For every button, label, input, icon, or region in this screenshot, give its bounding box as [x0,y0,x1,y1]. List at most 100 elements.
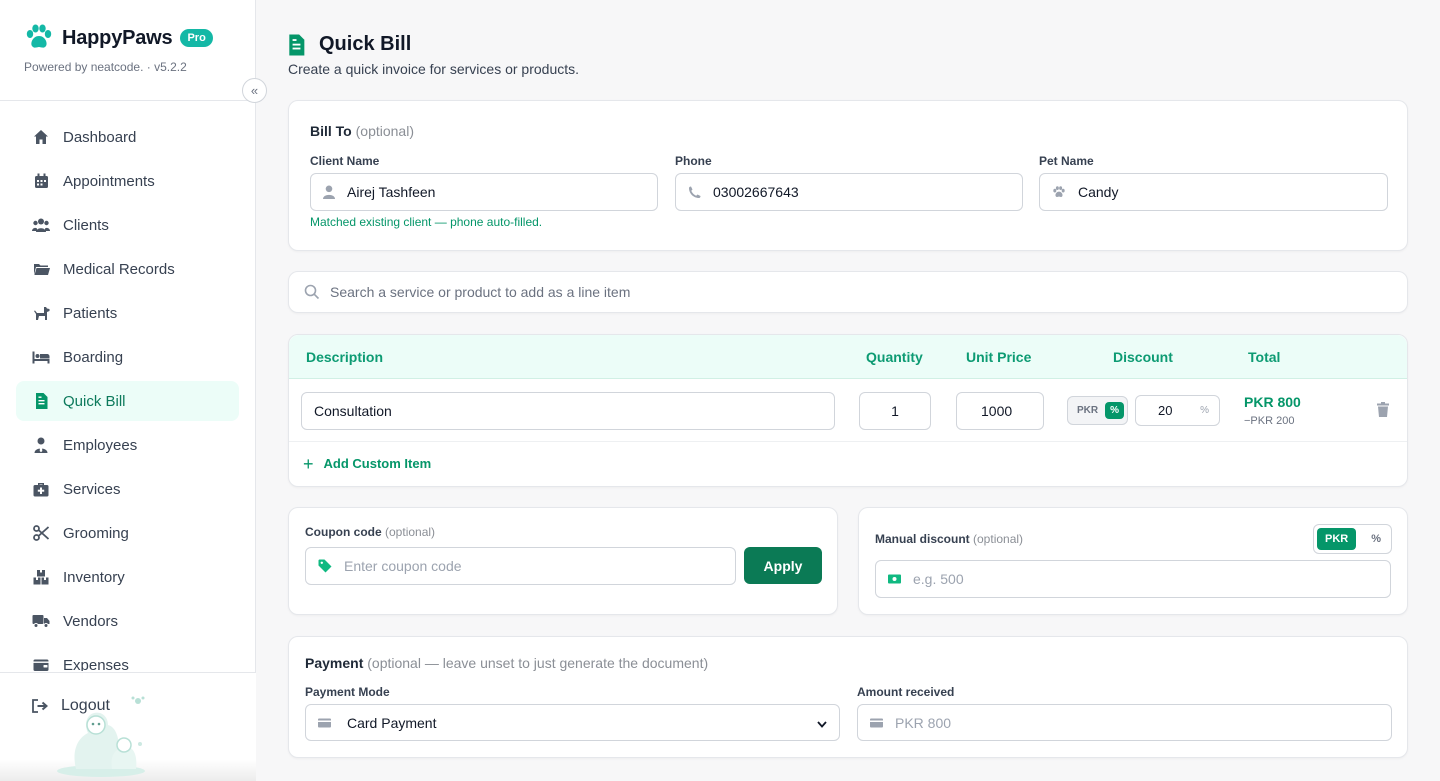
manual-discount-placeholder: e.g. 500 [913,571,964,587]
item-discount-mode-toggle[interactable]: PKR % [1067,396,1128,425]
sidebar-item-label: Inventory [63,568,125,586]
col-unit-price: Unit Price [966,349,1032,365]
truck-icon [32,612,50,630]
item-discount-input[interactable]: 20 % [1135,395,1220,426]
col-description: Description [306,349,384,365]
sidebar-item-label: Patients [63,304,118,322]
item-discount-suffix: % [1200,405,1209,416]
coupon-placeholder: Enter coupon code [344,558,462,574]
bill-to-heading: Bill To (optional) [310,123,414,139]
client-name-value: Airej Tashfeen [347,184,436,200]
item-quantity-value: 1 [891,403,899,419]
item-description-value: Consultation [314,403,392,419]
sidebar-item-appointments[interactable]: Appointments [16,161,239,201]
item-description-input[interactable]: Consultation [301,392,835,430]
sidebar-item-services[interactable]: Services [16,469,239,509]
manual-discount-mode-toggle[interactable]: PKR % [1313,524,1392,554]
payment-mode-current: Card Payment [318,715,436,731]
sidebar-item-label: Employees [63,436,138,454]
users-icon [32,216,50,234]
sidebar-item-dashboard[interactable]: Dashboard [16,117,239,157]
double-chevron-left-icon: « [250,83,259,98]
col-quantity: Quantity [866,349,923,365]
home-icon [32,128,50,146]
line-items-card: Description Quantity Unit Price Discount… [288,334,1408,487]
phone-value: 03002667643 [713,184,799,200]
item-unit-price-value: 1000 [981,403,1013,419]
app-name: HappyPaws [62,26,173,49]
sidebar-item-label: Medical Records [63,260,175,278]
discount-mode-percent[interactable]: % [1105,402,1124,419]
line-item-search[interactable]: Search a service or product to add as a … [288,271,1408,313]
col-total: Total [1248,349,1281,365]
payment-title: Payment [305,655,364,671]
sidebar-item-inventory[interactable]: Inventory [16,557,239,597]
delete-item-button[interactable] [1377,402,1389,422]
apply-coupon-button[interactable]: Apply [744,547,822,584]
item-unit-price-input[interactable]: 1000 [956,392,1044,430]
search-placeholder: Search a service or product to add as a … [330,284,631,300]
boxes-icon [32,568,50,586]
sidebar-item-label: Expenses [63,656,129,672]
wallet-icon [32,656,50,671]
phone-icon [688,186,701,199]
sidebar-item-expenses[interactable]: Expenses [16,645,239,671]
pro-badge: Pro [180,29,213,47]
coupon-input[interactable]: Enter coupon code [305,547,736,585]
manual-discount-label-row: Manual discount (optional) [875,532,1023,546]
manual-discount-mode-pkr[interactable]: PKR [1317,528,1357,550]
add-custom-item-button[interactable]: + Add Custom Item [303,455,431,473]
manual-discount-input[interactable]: e.g. 500 [875,560,1391,598]
sidebar-item-boarding[interactable]: Boarding [16,337,239,377]
paw-logo-icon [26,24,52,48]
pet-name-label: Pet Name [1039,154,1094,168]
sidebar-nav: Dashboard Appointments Clients Medical R… [0,101,255,671]
item-savings: −PKR 200 [1244,415,1295,427]
page-subtitle: Create a quick invoice for services or p… [288,61,580,77]
client-match-message: Matched existing client — phone auto-fil… [310,215,543,229]
sidebar-item-employees[interactable]: Employees [16,425,239,465]
sidebar-item-quick-bill[interactable]: Quick Bill [16,381,239,421]
sidebar: HappyPaws Pro Powered by neatcode. · v5.… [0,0,267,781]
sidebar-item-clients[interactable]: Clients [16,205,239,245]
paw-icon [1052,185,1066,199]
payment-mode-select[interactable]: Card Payment [305,704,840,741]
logout-section: Logout [0,672,256,781]
sidebar-item-grooming[interactable]: Grooming [16,513,239,553]
amount-received-placeholder: PKR 800 [895,714,952,731]
sidebar-item-label: Boarding [63,348,124,366]
sidebar-item-label: Quick Bill [63,392,126,410]
payment-mode-value: Card Payment [347,714,437,731]
pet-name-field[interactable]: Candy [1039,173,1388,211]
page-title: Quick Bill [319,33,412,55]
coupon-label: Coupon code [305,525,382,539]
payment-heading: Payment (optional — leave unset to just … [305,655,708,671]
payment-optional: (optional — leave unset to just generate… [367,655,709,671]
amount-received-input[interactable]: PKR 800 [857,704,1392,741]
search-icon [304,284,320,300]
sidebar-item-patients[interactable]: Patients [16,293,239,333]
phone-field[interactable]: 03002667643 [675,173,1023,211]
client-name-field[interactable]: Airej Tashfeen [310,173,658,211]
manual-discount-mode-percent[interactable]: % [1371,533,1381,545]
sidebar-item-vendors[interactable]: Vendors [16,601,239,641]
user-tie-icon [32,436,50,454]
sidebar-item-label: Dashboard [63,128,137,146]
pet-name-value: Candy [1078,184,1119,200]
sidebar-item-medical-records[interactable]: Medical Records [16,249,239,289]
trash-icon [1377,402,1389,417]
powered-by: Powered by neatcode. · v5.2.2 [24,60,187,74]
money-bill-icon [888,574,901,584]
collapse-sidebar-button[interactable]: « [242,78,267,103]
bill-to-title: Bill To [310,123,352,139]
scissors-icon [32,524,50,542]
coupon-card: Coupon code (optional) Enter coupon code… [288,507,838,615]
file-invoice-icon [32,392,50,410]
bill-to-card: Bill To (optional) Client Name Airej Tas… [288,100,1408,251]
coupon-optional: (optional) [385,525,436,539]
item-discount-value: 20 [1158,403,1173,418]
page-header: Quick Bill [288,33,411,56]
item-quantity-input[interactable]: 1 [859,392,931,430]
line-items-header: Description Quantity Unit Price Discount… [289,335,1407,379]
discount-mode-pkr[interactable]: PKR [1077,405,1098,416]
